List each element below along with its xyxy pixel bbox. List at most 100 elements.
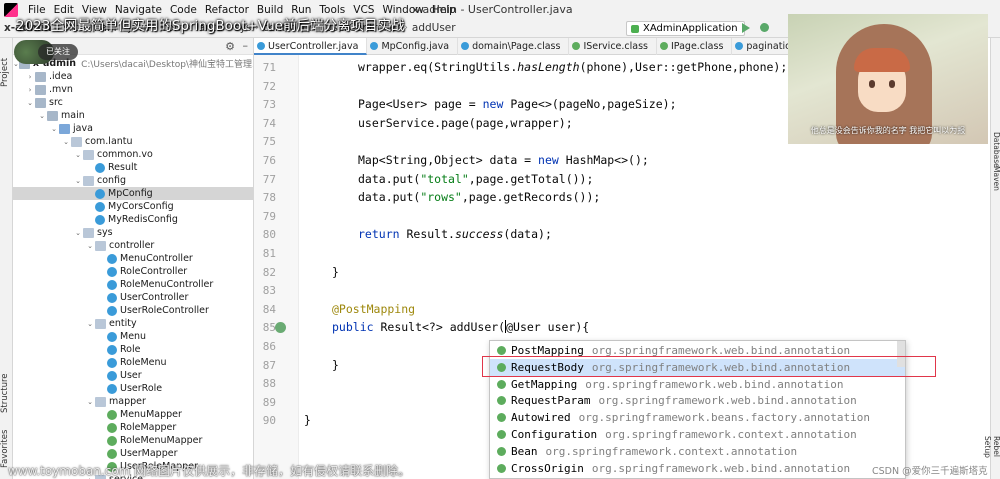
- debug-icon[interactable]: [760, 23, 769, 32]
- tree-item[interactable]: UserRole: [13, 382, 253, 395]
- code-line[interactable]: Page<User> page = new Page<>(pageNo,page…: [358, 97, 677, 111]
- tree-item[interactable]: RoleMenuController: [13, 278, 253, 291]
- tree-item[interactable]: RoleMenu: [13, 356, 253, 369]
- tree-item-label: MenuController: [120, 253, 193, 264]
- completion-package: org.springframework.web.bind.annotation: [585, 377, 844, 391]
- code-line[interactable]: data.put("total",page.getTotal());: [358, 172, 593, 186]
- tree-item[interactable]: Role: [13, 343, 253, 356]
- tree-item[interactable]: Menu: [13, 330, 253, 343]
- code-line[interactable]: }: [332, 265, 339, 279]
- tree-item-label: com.lantu: [85, 136, 133, 147]
- editor-tab-bar: UserController.java MpConfig.java domain\P…: [254, 38, 836, 55]
- rebel-setup-tool-tab[interactable]: Rebel Setup: [983, 436, 1000, 476]
- tree-item[interactable]: ⌄ config: [13, 174, 253, 187]
- code-line[interactable]: @PostMapping: [332, 302, 415, 316]
- line-number: 85: [262, 321, 276, 335]
- tree-item[interactable]: MpConfig: [13, 187, 253, 200]
- editor-tab[interactable]: IPage.class: [657, 38, 733, 55]
- annotation-icon: [497, 463, 506, 473]
- class-icon: [107, 357, 117, 368]
- chevron-down-icon: ⌄: [75, 228, 81, 237]
- tree-item[interactable]: UserController: [13, 291, 253, 304]
- tree-item-label: controller: [109, 240, 155, 251]
- picture-in-picture-video[interactable]: 他总是没会告诉你我的名字 我把它叫以为报: [788, 14, 988, 144]
- method-mapping-icon[interactable]: [275, 322, 286, 334]
- tree-item-label: Role: [120, 344, 141, 355]
- tree-item[interactable]: ⌄ common.vo: [13, 148, 253, 161]
- tree-item[interactable]: ⌄ java: [13, 122, 253, 135]
- tree-item[interactable]: ⌄ com.lantu: [13, 135, 253, 148]
- tree-item-label: MpConfig: [108, 188, 153, 199]
- line-number: 88: [262, 377, 276, 391]
- tree-item[interactable]: MenuMapper: [13, 408, 253, 421]
- package-icon: [83, 175, 94, 186]
- tree-item[interactable]: ⌄ entity: [13, 317, 253, 330]
- editor-tab[interactable]: MpConfig.java: [367, 38, 459, 55]
- interface-icon: [107, 448, 117, 459]
- breadcrumb-item[interactable]: addUser: [408, 22, 460, 34]
- tree-item-label: src: [49, 97, 63, 108]
- gear-icon[interactable]: ⚙: [225, 40, 235, 53]
- tree-item-label: UserRole: [120, 383, 163, 394]
- completion-item[interactable]: CrossOrigin org.springframework.web.bind.…: [490, 460, 905, 477]
- tree-item[interactable]: ⌄ main: [13, 109, 253, 122]
- chevron-down-icon: ⌄: [75, 150, 81, 159]
- editor-tab[interactable]: UserController.java: [254, 38, 368, 55]
- tree-item[interactable]: ⌄ sys: [13, 226, 253, 239]
- tree-item[interactable]: UserRoleController: [13, 304, 253, 317]
- maven-tool-tab[interactable]: Maven: [991, 166, 1000, 200]
- tree-item[interactable]: UserMapper: [13, 447, 253, 460]
- code-line[interactable]: wrapper.eq(StringUtils.hasLength(phone),…: [358, 60, 787, 74]
- line-number: 86: [262, 340, 276, 353]
- code-line[interactable]: userService.page(page,wrapper);: [358, 116, 573, 130]
- tree-item[interactable]: MyCorsConfig: [13, 200, 253, 213]
- chevron-down-icon: ⌄: [87, 241, 93, 250]
- editor-tab[interactable]: domain\Page.class: [458, 38, 570, 55]
- run-icon[interactable]: [742, 23, 750, 33]
- chevron-right-icon: ›: [28, 85, 32, 94]
- tree-item-label: MyCorsConfig: [108, 201, 174, 212]
- tree-item[interactable]: RoleMapper: [13, 421, 253, 434]
- editor-tab[interactable]: IService.class: [569, 38, 657, 55]
- completion-item[interactable]: GetMapping org.springframework.web.bind.a…: [490, 376, 905, 393]
- tree-item[interactable]: ⌄ src: [13, 96, 253, 109]
- code-line[interactable]: Map<String,Object> data = new HashMap<>(…: [358, 153, 649, 167]
- tree-item[interactable]: MenuController: [13, 252, 253, 265]
- completion-name: Configuration: [511, 428, 598, 441]
- completion-item[interactable]: Configuration org.springframework.context…: [490, 426, 905, 443]
- run-configuration-dropdown[interactable]: XAdminApplication: [626, 21, 745, 36]
- tree-item[interactable]: RoleMenuMapper: [13, 434, 253, 447]
- completion-item[interactable]: RequestParam org.springframework.web.bind…: [490, 392, 905, 409]
- tree-item[interactable]: Result: [13, 161, 253, 174]
- completion-item[interactable]: Autowired org.springframework.beans.facto…: [490, 409, 905, 426]
- tree-item[interactable]: › .idea: [13, 70, 253, 83]
- completion-name: GetMapping: [511, 377, 578, 391]
- folder-icon: [35, 97, 46, 108]
- tree-item[interactable]: User: [13, 369, 253, 382]
- code-line[interactable]: }: [332, 358, 339, 372]
- structure-tool-tab[interactable]: Structure: [0, 370, 13, 416]
- left-tool-stripe: Project Structure Favorites: [0, 38, 13, 479]
- tree-item[interactable]: ⌄ mapper: [13, 395, 253, 408]
- database-tool-tab[interactable]: Database: [991, 132, 1000, 168]
- root-path: C:\Users\dacai\Desktop\神仙宝特工管理系统: [81, 60, 254, 70]
- class-icon: [95, 201, 105, 212]
- tree-item[interactable]: › .mvn: [13, 83, 253, 96]
- tree-item[interactable]: MyRedisConfig: [13, 213, 253, 226]
- tree-item-label: main: [61, 110, 85, 121]
- completion-package: org.springframework.context.annotation: [605, 428, 857, 441]
- code-line[interactable]: }: [304, 413, 311, 427]
- hide-panel-icon[interactable]: –: [243, 39, 249, 52]
- project-tool-tab[interactable]: Project: [0, 42, 13, 102]
- tree-item-label: RoleMenu: [120, 357, 167, 368]
- tree-item[interactable]: RoleController: [13, 265, 253, 278]
- code-line[interactable]: return Result.success(data);: [358, 227, 552, 241]
- folder-icon: [35, 71, 46, 82]
- code-line[interactable]: data.put("rows",page.getRecords());: [358, 190, 600, 204]
- code-line[interactable]: public Result<?> addUser(@User user){: [332, 320, 589, 334]
- package-icon: [95, 396, 106, 407]
- tree-item-label: mapper: [109, 396, 146, 407]
- tree-item[interactable]: ⌄ controller: [13, 239, 253, 252]
- completion-item[interactable]: Bean org.springframework.context.annotati…: [490, 443, 905, 460]
- follow-badge[interactable]: 已关注: [38, 44, 78, 60]
